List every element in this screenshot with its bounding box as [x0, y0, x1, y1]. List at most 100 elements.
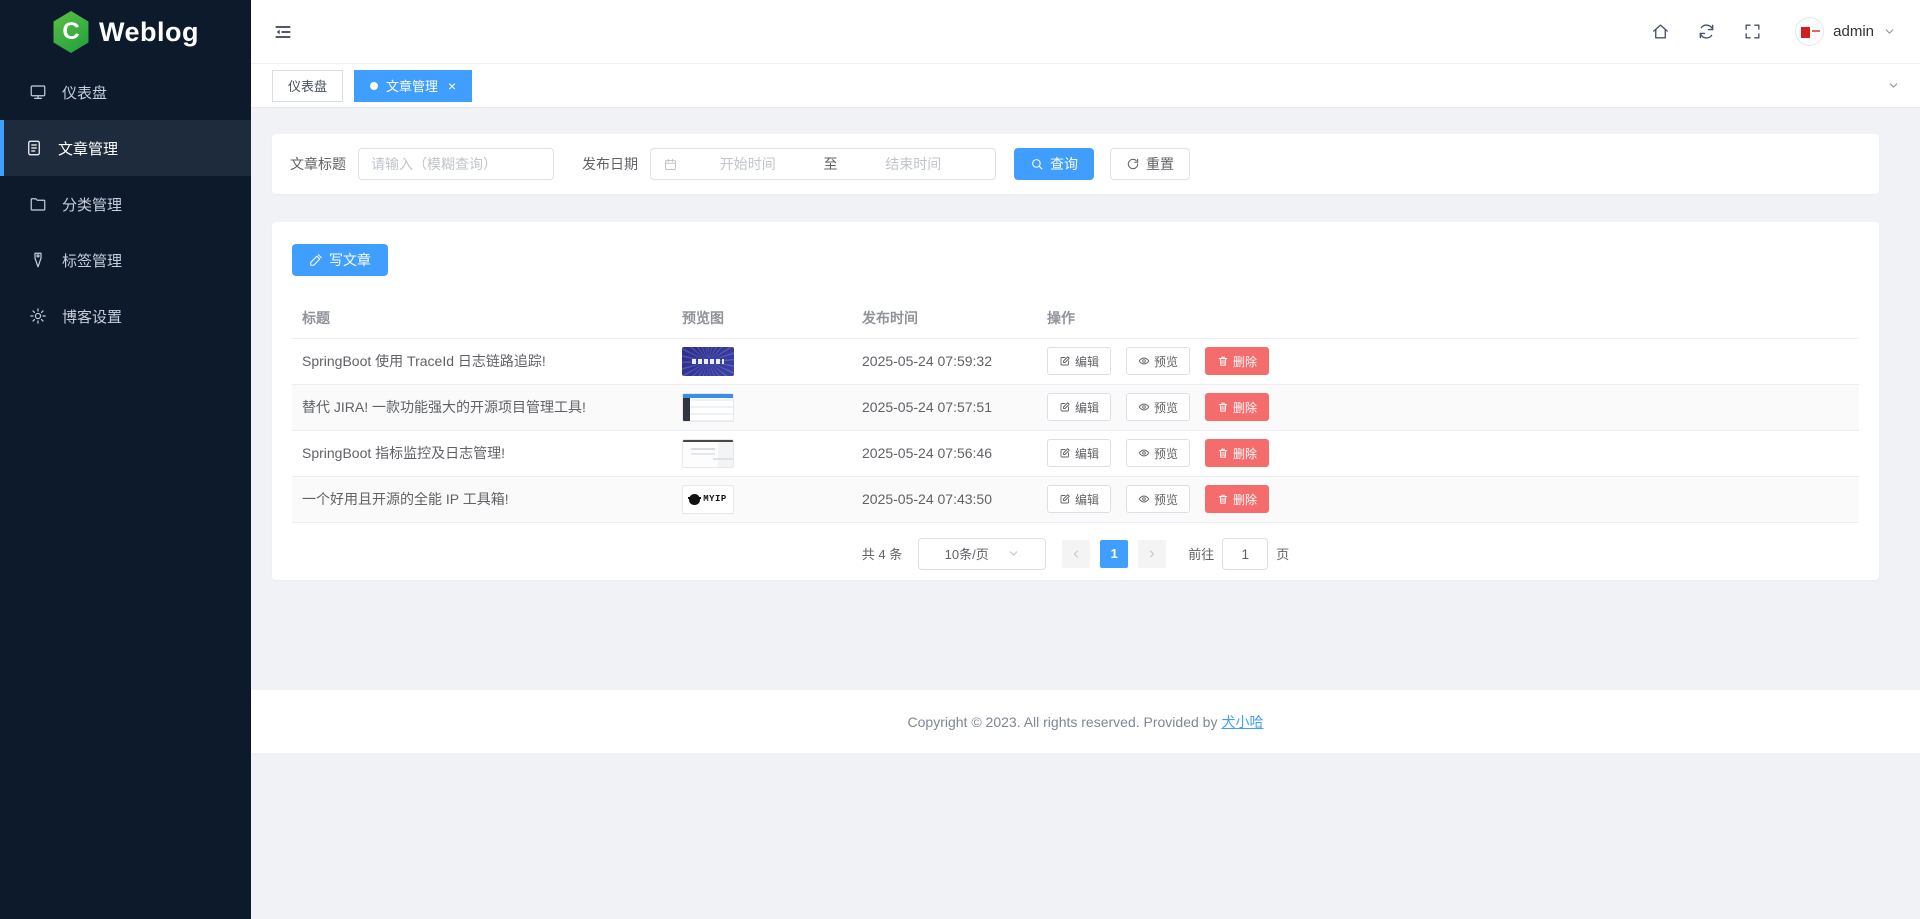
- tabs-dropdown-button[interactable]: [1887, 79, 1900, 92]
- edit-button[interactable]: 编辑: [1047, 439, 1111, 467]
- preview-button[interactable]: 预览: [1126, 439, 1190, 467]
- tab-articles[interactable]: 文章管理 ×: [354, 70, 472, 102]
- pagination-goto: 前往 页: [1188, 538, 1289, 570]
- gear-icon: [29, 307, 47, 325]
- sidebar-item-label: 仪表盘: [62, 82, 107, 103]
- sidebar-item-categories[interactable]: 分类管理: [0, 176, 251, 232]
- trash-icon: [1217, 355, 1229, 367]
- edit-label: 编辑: [1075, 445, 1099, 462]
- date-range-picker[interactable]: 开始时间 至 结束时间: [650, 148, 996, 180]
- prev-page-button[interactable]: [1062, 540, 1090, 568]
- delete-label: 删除: [1233, 353, 1257, 370]
- title-search-input[interactable]: [358, 148, 554, 180]
- article-title: 替代 JIRA! 一款功能强大的开源项目管理工具!: [292, 384, 672, 430]
- trash-icon: [1217, 493, 1229, 505]
- spy-logo: [689, 494, 700, 505]
- publish-time: 2025-05-24 07:56:46: [852, 430, 1037, 476]
- row-actions: 编辑 预览 删除: [1047, 347, 1849, 375]
- table-header-row: 标题 预览图 发布时间 操作: [292, 298, 1859, 338]
- logo-icon: C: [52, 11, 90, 53]
- sidebar: C Weblog 仪表盘 文章管理 分类管理 标签管理 博客设置: [0, 0, 251, 919]
- home-icon: [1651, 22, 1670, 41]
- date-label: 发布日期: [582, 154, 638, 174]
- provider-link[interactable]: 犬小哈: [1221, 712, 1263, 732]
- app-title: Weblog: [99, 17, 199, 48]
- refresh-icon: [1697, 22, 1716, 41]
- dashboard-icon: [29, 83, 47, 101]
- delete-button[interactable]: 删除: [1205, 485, 1269, 513]
- reset-icon: [1126, 157, 1140, 171]
- reset-button[interactable]: 重置: [1110, 148, 1190, 180]
- app-root: C Weblog 仪表盘 文章管理 分类管理 标签管理 博客设置: [0, 0, 1920, 919]
- next-page-button[interactable]: [1138, 540, 1166, 568]
- tab-label: 文章管理: [386, 76, 438, 95]
- refresh-button[interactable]: [1693, 19, 1719, 45]
- article-title: 一个好用且开源的全能 IP 工具箱!: [292, 476, 672, 522]
- trash-icon: [1217, 447, 1229, 459]
- sidebar-item-articles[interactable]: 文章管理: [0, 120, 251, 176]
- sidebar-item-label: 文章管理: [58, 138, 118, 159]
- article-thumbnail: [682, 393, 734, 422]
- articles-card: 写文章 标题 预览图 发布时间 操作 SpringBoot 使用 TraceI: [272, 222, 1879, 580]
- publish-time: 2025-05-24 07:59:32: [852, 338, 1037, 384]
- chevron-down-icon: [1883, 25, 1896, 38]
- pagination: 共 4 条 10条/页 1 前往 页: [292, 538, 1859, 570]
- delete-button[interactable]: 删除: [1205, 439, 1269, 467]
- username: admin: [1833, 23, 1874, 40]
- top-navbar: admin: [251, 0, 1920, 64]
- logo-letter: C: [62, 18, 79, 46]
- article-thumbnail: [682, 347, 734, 376]
- myip-text: MYIP: [703, 494, 727, 504]
- table-row: 替代 JIRA! 一款功能强大的开源项目管理工具! 2025-05-24 07:…: [292, 384, 1859, 430]
- calendar-icon: [663, 157, 678, 172]
- column-title: 标题: [292, 298, 672, 338]
- delete-label: 删除: [1233, 399, 1257, 416]
- tab-close-icon[interactable]: ×: [448, 79, 456, 93]
- user-menu[interactable]: admin: [1795, 17, 1896, 46]
- delete-button[interactable]: 删除: [1205, 347, 1269, 375]
- page-number-button[interactable]: 1: [1100, 540, 1128, 568]
- tab-dashboard[interactable]: 仪表盘: [272, 70, 343, 102]
- tag-icon: [29, 251, 47, 269]
- query-button[interactable]: 查询: [1014, 148, 1094, 180]
- preview-label: 预览: [1154, 399, 1178, 416]
- sidebar-toggle-button[interactable]: [265, 14, 301, 50]
- sidebar-item-label: 分类管理: [62, 194, 122, 215]
- page-background: [251, 753, 1920, 919]
- column-thumbnail: 预览图: [672, 298, 852, 338]
- edit-label: 编辑: [1075, 491, 1099, 508]
- query-button-label: 查询: [1050, 154, 1078, 174]
- sidebar-item-label: 标签管理: [62, 250, 122, 271]
- publish-time: 2025-05-24 07:57:51: [852, 384, 1037, 430]
- tab-label: 仪表盘: [288, 76, 327, 95]
- column-publish-time: 发布时间: [852, 298, 1037, 338]
- edit-button[interactable]: 编辑: [1047, 485, 1111, 513]
- edit-icon: [1059, 447, 1071, 459]
- title-label: 文章标题: [290, 154, 346, 174]
- page-size-select[interactable]: 10条/页: [918, 538, 1046, 570]
- preview-button[interactable]: 预览: [1126, 393, 1190, 421]
- sidebar-item-dashboard[interactable]: 仪表盘: [0, 64, 251, 120]
- sidebar-item-settings[interactable]: 博客设置: [0, 288, 251, 344]
- preview-button[interactable]: 预览: [1126, 347, 1190, 375]
- table-row: SpringBoot 指标监控及日志管理! 2025-05-24 07:56:4…: [292, 430, 1859, 476]
- goto-label: 前往: [1188, 544, 1214, 563]
- delete-button[interactable]: 删除: [1205, 393, 1269, 421]
- write-article-button[interactable]: 写文章: [292, 244, 388, 276]
- app-logo: C Weblog: [0, 0, 251, 64]
- edit-button[interactable]: 编辑: [1047, 393, 1111, 421]
- edit-icon: [1059, 401, 1071, 413]
- footer: Copyright © 2023. All rights reserved. P…: [251, 690, 1920, 753]
- eye-icon: [1138, 493, 1150, 505]
- search-icon: [1030, 157, 1044, 171]
- fullscreen-button[interactable]: [1739, 19, 1765, 45]
- row-actions: 编辑 预览 删除: [1047, 393, 1849, 421]
- edit-button[interactable]: 编辑: [1047, 347, 1111, 375]
- sidebar-item-tags[interactable]: 标签管理: [0, 232, 251, 288]
- eye-icon: [1138, 447, 1150, 459]
- goto-page-input[interactable]: [1222, 538, 1268, 570]
- edit-label: 编辑: [1075, 353, 1099, 370]
- home-button[interactable]: [1647, 19, 1673, 45]
- preview-button[interactable]: 预览: [1126, 485, 1190, 513]
- trash-icon: [1217, 401, 1229, 413]
